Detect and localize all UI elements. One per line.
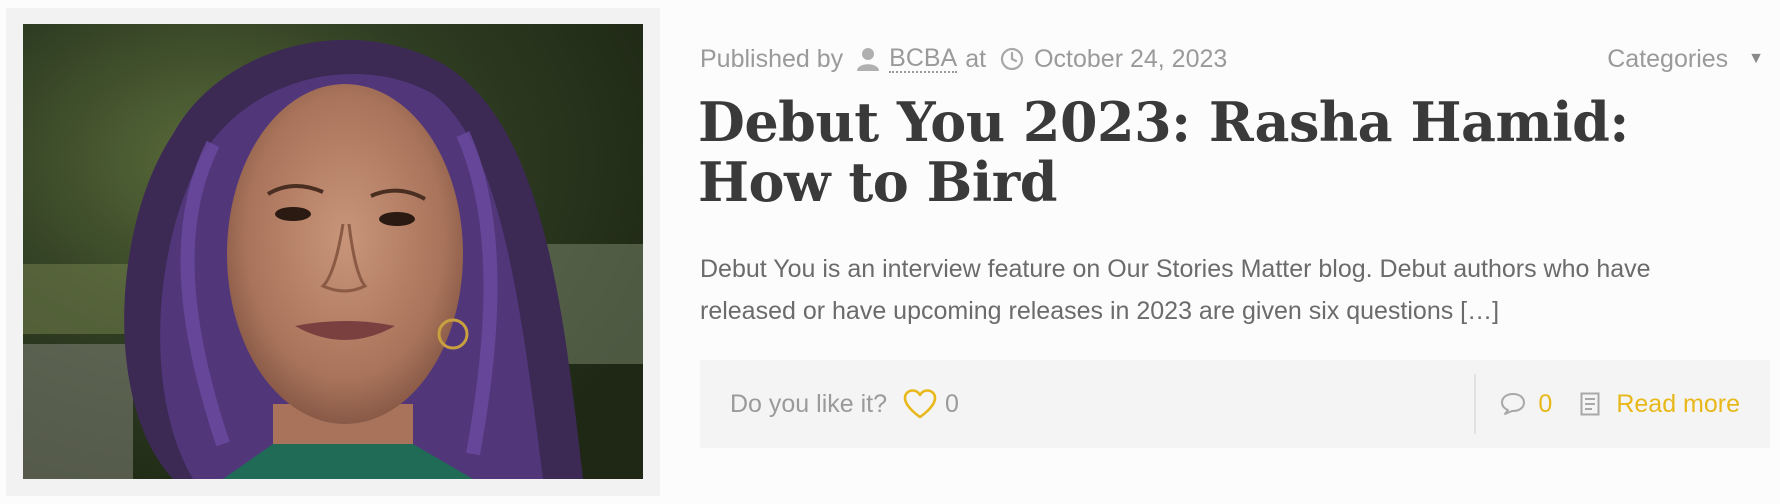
post-featured-image[interactable] <box>23 24 643 479</box>
comment-count: 0 <box>1538 389 1553 418</box>
post-title[interactable]: Debut You 2023: Rasha Hamid: How to Bird <box>698 92 1758 212</box>
read-more-label: Read more <box>1616 389 1740 418</box>
post-date: October 24, 2023 <box>1034 44 1228 73</box>
caret-down-icon: ▼ <box>1748 50 1764 67</box>
heart-icon[interactable] <box>903 389 937 419</box>
comments-link[interactable]: 0 <box>1500 390 1552 419</box>
categories-label: Categories <box>1607 44 1729 73</box>
categories-dropdown[interactable]: Categories ▼ <box>1607 42 1764 76</box>
blog-post-card: Published by BCBA at October 24, 2023 Ca… <box>0 0 1780 504</box>
post-meta: Published by BCBA at October 24, 2023 <box>700 42 1227 76</box>
document-icon <box>1580 392 1600 416</box>
comment-icon <box>1500 392 1526 416</box>
post-actions: 0 Read more <box>1500 360 1740 448</box>
post-footer-bar: Do you like it? 0 0 Read more <box>700 360 1770 448</box>
published-by-label: Published by <box>700 44 844 73</box>
user-icon <box>857 47 880 71</box>
like-section: Do you like it? 0 <box>730 360 959 448</box>
post-image-frame <box>6 8 660 496</box>
clock-icon <box>1000 47 1024 71</box>
footer-divider <box>1474 374 1476 434</box>
like-count: 0 <box>945 389 959 418</box>
read-more-link[interactable]: Read more <box>1580 390 1740 419</box>
post-excerpt: Debut You is an interview feature on Our… <box>700 255 1651 325</box>
like-prompt: Do you like it? <box>730 389 888 418</box>
author-link[interactable]: BCBA <box>889 45 958 73</box>
at-label: at <box>965 44 987 73</box>
